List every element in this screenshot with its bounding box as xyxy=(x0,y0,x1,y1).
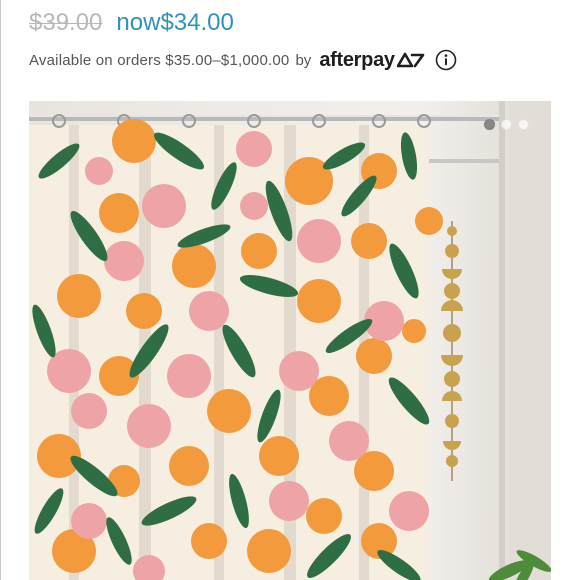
afterpay-logo: afterpay xyxy=(319,48,425,72)
gallery-dot-3[interactable] xyxy=(518,119,529,130)
gallery-pagination xyxy=(484,119,529,130)
gallery-dot-1[interactable] xyxy=(484,119,495,130)
afterpay-availability: Available on orders $35.00–$1,000.00 by … xyxy=(29,46,457,74)
left-divider xyxy=(0,0,1,580)
sale-price-label: now xyxy=(116,9,161,36)
product-image-gallery[interactable] xyxy=(29,101,551,580)
afterpay-arrows-icon xyxy=(396,52,425,68)
afterpay-wordmark: afterpay xyxy=(319,48,395,71)
price-row: $39.00 now $34.00 xyxy=(29,9,234,43)
gallery-dot-2[interactable] xyxy=(501,119,512,130)
product-photo xyxy=(29,101,551,580)
availability-text: Available on orders $35.00–$1,000.00 xyxy=(29,51,290,69)
original-price: $39.00 xyxy=(29,9,103,36)
sale-price: $34.00 xyxy=(160,9,234,36)
info-circle-icon[interactable] xyxy=(435,49,457,71)
by-text: by xyxy=(295,51,312,69)
